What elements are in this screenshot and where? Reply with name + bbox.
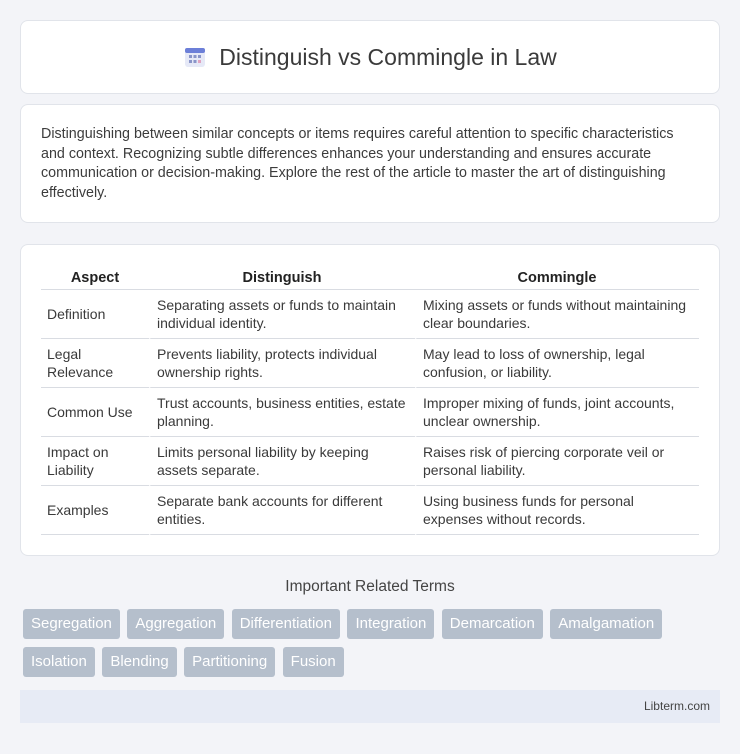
table-row: Examples Separate bank accounts for diff… [41, 486, 699, 535]
column-header-distinguish: Distinguish [149, 265, 415, 290]
related-term-tag[interactable]: Aggregation [127, 609, 225, 639]
cell-aspect: Impact on Liability [41, 437, 149, 486]
related-term-tag[interactable]: Isolation [23, 647, 95, 677]
related-term-tag[interactable]: Segregation [23, 609, 120, 639]
intro-text: Distinguishing between similar concepts … [41, 126, 674, 201]
table-row: Common Use Trust accounts, business enti… [41, 388, 699, 437]
cell-commingle: Using business funds for personal expens… [415, 486, 699, 535]
cell-distinguish: Separate bank accounts for different ent… [149, 486, 415, 535]
related-term-tag[interactable]: Integration [347, 609, 435, 639]
page-title: Distinguish vs Commingle in Law [219, 43, 557, 70]
comparison-table-card: Aspect Distinguish Commingle Definition … [20, 244, 720, 556]
related-terms-list: Segregation Aggregation Differentiation … [23, 609, 723, 685]
related-term-tag[interactable]: Blending [102, 647, 177, 677]
cell-commingle: Improper mixing of funds, joint accounts… [415, 388, 699, 437]
table-header-row: Aspect Distinguish Commingle [41, 265, 699, 290]
related-term-tag[interactable]: Partitioning [184, 647, 276, 677]
cell-distinguish: Trust accounts, business entities, estat… [149, 388, 415, 437]
cell-distinguish: Limits personal liability by keeping ass… [149, 437, 415, 486]
comparison-table: Aspect Distinguish Commingle Definition … [41, 265, 699, 535]
related-terms-title: Important Related Terms [285, 578, 455, 595]
cell-aspect: Common Use [41, 388, 149, 437]
column-header-aspect: Aspect [41, 265, 149, 290]
intro-card: Distinguishing between similar concepts … [20, 104, 720, 223]
cell-distinguish: Separating assets or funds to maintain i… [149, 290, 415, 339]
related-term-tag[interactable]: Demarcation [441, 609, 543, 639]
header-card: Distinguish vs Commingle in Law [20, 20, 720, 94]
cell-distinguish: Prevents liability, protects individual … [149, 339, 415, 388]
related-term-tag[interactable]: Amalgamation [550, 609, 663, 639]
cell-commingle: Raises risk of piercing corporate veil o… [415, 437, 699, 486]
cell-aspect: Examples [41, 486, 149, 535]
footer-site-link[interactable]: Libterm.com [644, 699, 710, 713]
cell-commingle: May lead to loss of ownership, legal con… [415, 339, 699, 388]
cell-commingle: Mixing assets or funds without maintaini… [415, 290, 699, 339]
cell-aspect: Legal Relevance [41, 339, 149, 388]
table-row: Definition Separating assets or funds to… [41, 290, 699, 339]
table-row: Impact on Liability Limits personal liab… [41, 437, 699, 486]
table-row: Legal Relevance Prevents liability, prot… [41, 339, 699, 388]
related-term-tag[interactable]: Differentiation [231, 609, 340, 639]
related-term-tag[interactable]: Fusion [282, 647, 344, 677]
cell-aspect: Definition [41, 290, 149, 339]
footer: Libterm.com [20, 690, 720, 723]
calendar-icon [183, 45, 207, 69]
column-header-commingle: Commingle [415, 265, 699, 290]
